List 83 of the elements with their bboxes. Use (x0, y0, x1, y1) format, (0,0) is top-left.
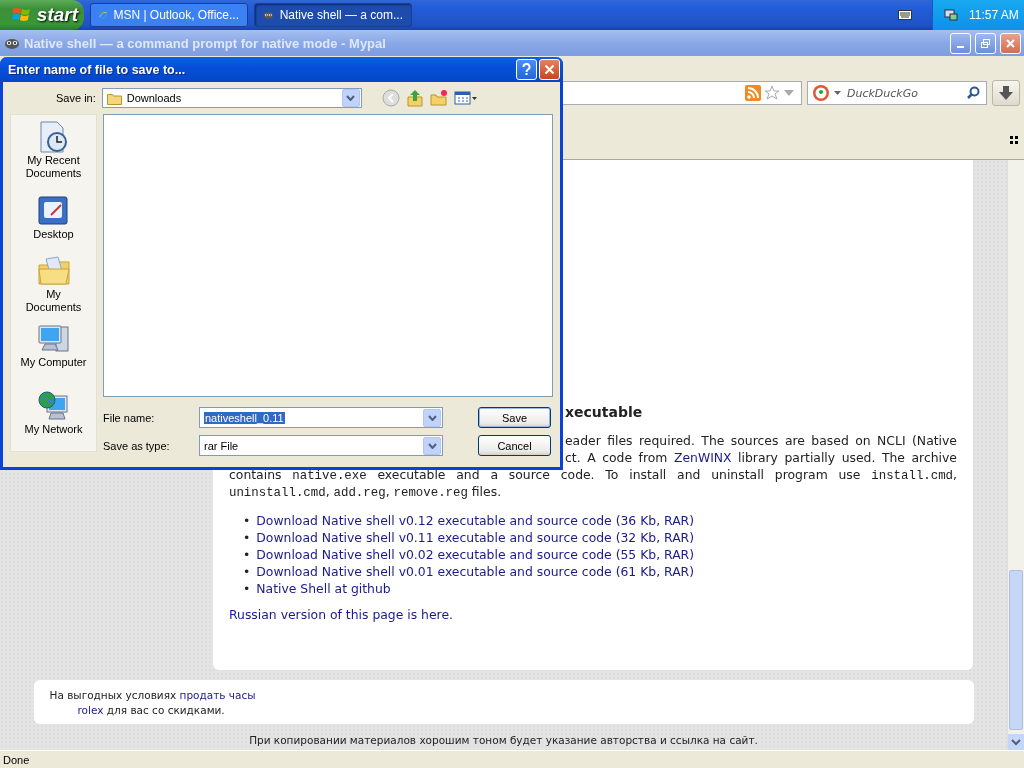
duck-logo-icon (812, 84, 830, 102)
help-button[interactable] (516, 59, 537, 80)
file-name-field[interactable]: nativeshell_0.11 (199, 407, 443, 428)
downloads-button[interactable] (992, 80, 1020, 106)
paragraph-line: uninstall.cmd, add.reg, remove.reg files. (229, 483, 503, 500)
minimize-button[interactable] (950, 32, 971, 54)
link[interactable]: ZenWINX (673, 450, 732, 465)
network-computer-icon (36, 389, 71, 422)
close-icon (1005, 37, 1016, 49)
computer-icon (36, 322, 71, 355)
chevron-down-icon[interactable] (427, 442, 437, 449)
search-icon[interactable] (966, 86, 980, 100)
restore-icon (980, 37, 991, 49)
bullet: • (243, 529, 251, 546)
desktop-icon (36, 194, 71, 227)
chevron-down-icon[interactable] (346, 95, 356, 101)
download-link[interactable]: Native Shell at github (256, 580, 391, 597)
field-label: Save as type: (103, 439, 171, 452)
russian-version-link[interactable]: Russian version of this page is here. (229, 607, 453, 622)
link[interactable]: rolex (77, 704, 104, 716)
close-button[interactable] (539, 59, 560, 80)
download-link[interactable]: Download Native shell v0.01 executable and source code (61 Kb, RAR) (256, 563, 695, 580)
documents-folder-icon (36, 255, 71, 288)
restore-button[interactable] (975, 32, 996, 54)
close-icon (544, 64, 555, 75)
search-box[interactable]: DuckDuckGo (807, 81, 987, 105)
dialog-title: Enter name of file to save to... (8, 62, 187, 77)
scrollbar[interactable] (1007, 160, 1024, 750)
save-in-dropdown[interactable]: Downloads (101, 88, 362, 108)
up-folder-icon[interactable] (405, 89, 424, 107)
minimize-icon (957, 45, 964, 48)
places-item[interactable]: My Network (11, 383, 96, 451)
search-input[interactable]: DuckDuckGo (845, 85, 962, 101)
bullet: • (243, 563, 251, 580)
folder-icon (106, 91, 123, 105)
section-heading: xecutable (565, 404, 644, 420)
footer-text: При копировании материалов хорошим тоном будет указание авторства и ссылка на сайт. (249, 734, 758, 746)
down-arrow-icon (999, 86, 1013, 100)
scrollbar-thumb[interactable] (1009, 570, 1023, 730)
window-title: Native shell — a command prompt for native mode - Mypal (24, 35, 387, 51)
scroll-down-button[interactable] (1008, 734, 1024, 750)
star-icon[interactable] (764, 85, 780, 101)
taskbar-button[interactable]: Native shell — a com... (254, 3, 412, 27)
rss-feed-icon[interactable] (745, 85, 761, 101)
back-icon[interactable] (381, 89, 400, 107)
places-item[interactable]: Desktop (11, 188, 96, 250)
taskbar-button[interactable]: MSN | Outlook, Office... (90, 3, 248, 27)
status-text: Done (3, 753, 30, 766)
field-label: Save in: (56, 92, 96, 104)
bullet: • (243, 580, 251, 597)
clock: 11:57 AM (969, 8, 1019, 22)
caret-icon (834, 91, 841, 95)
app-raccoon-icon (4, 36, 20, 50)
places-item[interactable]: My Documents (11, 249, 96, 317)
cancel-button[interactable]: Cancel (478, 435, 551, 456)
close-button[interactable] (1000, 32, 1021, 54)
ad-text: На выгодных условиях продать часы (49, 688, 257, 703)
chevron-down-icon[interactable] (427, 414, 437, 421)
grip-icon[interactable] (1010, 136, 1018, 144)
download-link[interactable]: Download Native shell v0.02 executable and source code (55 Kb, RAR) (256, 546, 695, 563)
save-button[interactable]: Save (478, 407, 551, 428)
new-folder-icon[interactable] (429, 89, 448, 107)
paragraph-line: eader files required. The sources are based on NCLI (Native (565, 432, 957, 449)
network-tray-icon[interactable] (943, 7, 959, 23)
question-mark-icon (522, 63, 531, 76)
places-item[interactable]: My Computer (11, 316, 96, 384)
ad-text: rolex для вас со скидками. (76, 703, 226, 718)
windows-logo-icon (12, 6, 32, 24)
download-link[interactable]: Download Native shell v0.12 executable and source code (36 Kb, RAR) (256, 512, 695, 529)
download-link[interactable]: Download Native shell v0.11 executable and source code (32 Kb, RAR) (256, 529, 695, 546)
paragraph-line: contains native.exe executable and a source code. To install and uninstall program use install.cmd, (229, 466, 957, 483)
paragraph-line: ct. A code from ZenWINX library partially used. The archive (565, 449, 957, 466)
views-menu-icon[interactable] (453, 90, 478, 106)
bullet: • (243, 512, 251, 529)
keyboard-icon[interactable] (898, 10, 912, 20)
file-type-dropdown[interactable]: rar File (199, 435, 443, 456)
address-bar[interactable] (560, 81, 802, 105)
link[interactable]: продать часы (179, 689, 256, 701)
field-label: File name: (103, 411, 156, 424)
start-button[interactable]: start (0, 0, 84, 30)
dropdown-arrow-icon[interactable] (783, 89, 795, 97)
bullet: • (243, 546, 251, 563)
places-item[interactable]: My Recent Documents (11, 115, 96, 189)
